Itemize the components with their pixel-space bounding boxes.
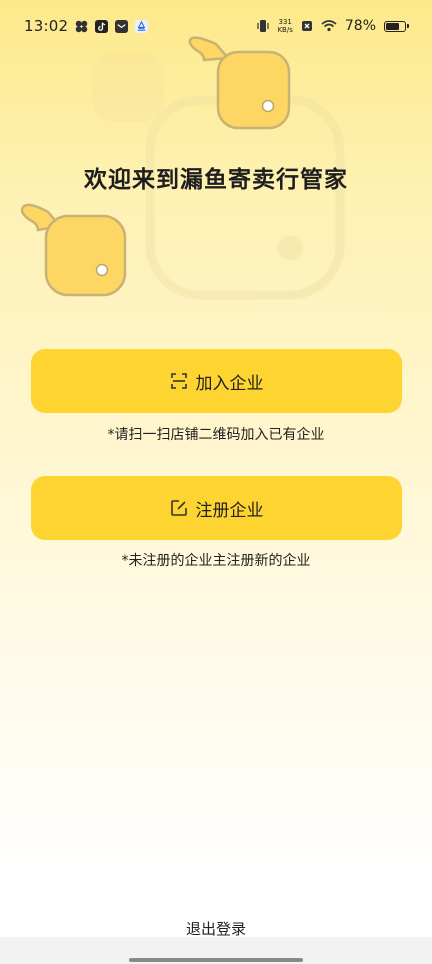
network-speed: 331 KB/s [277, 18, 292, 34]
mascot-left [20, 203, 127, 297]
join-enterprise-button[interactable]: 加入企业 [31, 349, 402, 413]
join-enterprise-hint: *请扫一扫店铺二维码加入已有企业 [107, 427, 325, 443]
logout-button[interactable]: 退出登录 [0, 918, 432, 939]
vibrate-icon [257, 20, 270, 32]
tiktok-icon [95, 19, 109, 33]
register-enterprise-label: 注册企业 [195, 500, 264, 521]
no-sim-icon [301, 21, 312, 31]
background-mascot-left [92, 52, 164, 122]
edit-icon [170, 500, 187, 516]
scan-icon [170, 373, 187, 389]
status-bar: 13:02 331 KB/s 78% [0, 0, 432, 52]
battery-icon [384, 20, 409, 32]
pinwheel-icon [75, 20, 88, 32]
register-enterprise-hint: *未注册的企业主注册新的企业 [121, 553, 311, 569]
welcome-title: 欢迎来到漏鱼寄卖行管家 [84, 167, 348, 193]
mail-icon [115, 19, 129, 33]
status-bar-right: 331 KB/s 78% [257, 18, 409, 34]
network-speed-unit: KB/s [277, 26, 293, 34]
battery-level [386, 22, 400, 30]
clock: 13:02 [24, 17, 69, 35]
home-indicator[interactable] [129, 958, 303, 962]
join-enterprise-label: 加入企业 [195, 373, 264, 394]
network-speed-value: 331 [278, 18, 292, 26]
app-icon [135, 19, 149, 33]
status-bar-left: 13:02 [24, 17, 149, 35]
background-mascot-large [145, 95, 345, 300]
wifi-icon [321, 20, 337, 32]
battery-percent: 78% [344, 18, 376, 34]
register-enterprise-button[interactable]: 注册企业 [31, 476, 402, 540]
